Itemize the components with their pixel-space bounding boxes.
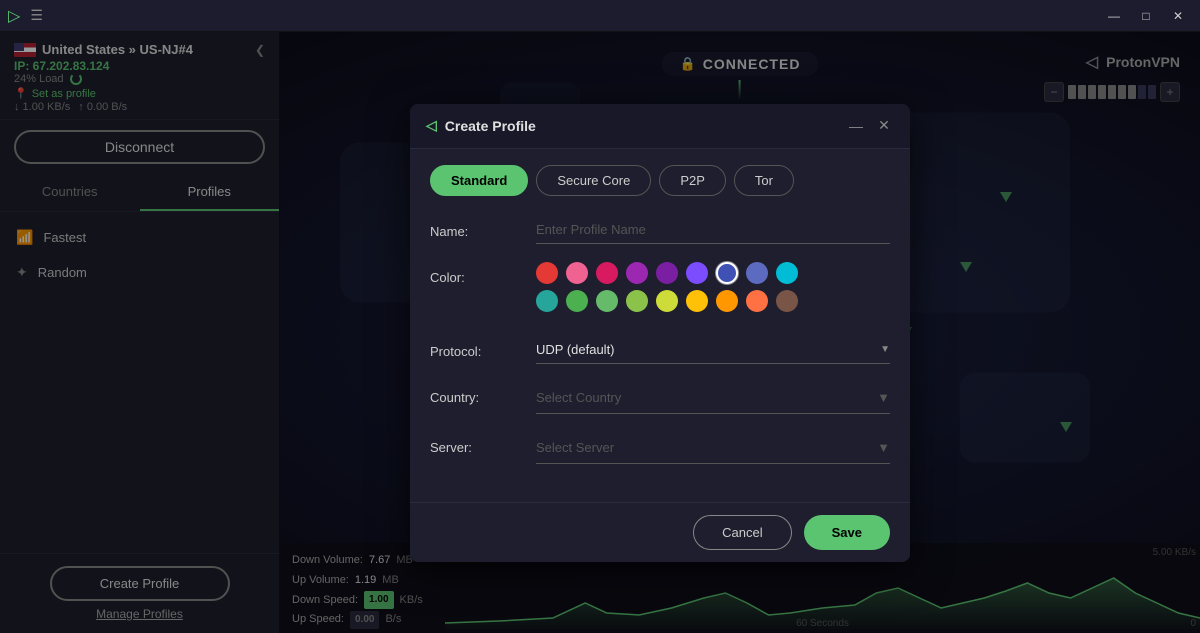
form-row-name: Name:	[430, 216, 890, 244]
name-label: Name:	[430, 216, 520, 239]
color-swatch-17[interactable]	[776, 290, 798, 312]
color-swatch-13[interactable]	[656, 290, 678, 312]
modal-title: ◁ Create Profile	[426, 117, 536, 134]
form-content-protocol: UDP (default) ▼	[536, 336, 890, 364]
country-dropdown[interactable]: Select Country ▼	[536, 382, 890, 414]
title-bar: ▷ ☰ — □ ✕	[0, 0, 1200, 32]
color-swatch-6[interactable]	[716, 262, 738, 284]
color-swatch-9[interactable]	[536, 290, 558, 312]
color-swatch-5[interactable]	[686, 262, 708, 284]
modal-footer: Cancel Save	[410, 502, 910, 562]
app-body: United States » US-NJ#4 ❮ IP: 67.202.83.…	[0, 32, 1200, 633]
profile-tab-secure-core[interactable]: Secure Core	[536, 165, 651, 196]
protocol-label: Protocol:	[430, 336, 520, 359]
color-swatch-4[interactable]	[656, 262, 678, 284]
color-swatch-3[interactable]	[626, 262, 648, 284]
color-swatch-12[interactable]	[626, 290, 648, 312]
color-swatch-11[interactable]	[596, 290, 618, 312]
server-dropdown[interactable]: Select Server ▼	[536, 432, 890, 464]
hamburger-icon[interactable]: ☰	[30, 7, 43, 24]
country-label: Country:	[430, 382, 520, 405]
color-swatch-10[interactable]	[566, 290, 588, 312]
color-swatch-16[interactable]	[746, 290, 768, 312]
title-bar-right: — □ ✕	[1100, 5, 1192, 27]
cancel-button[interactable]: Cancel	[693, 515, 791, 550]
color-swatch-14[interactable]	[686, 290, 708, 312]
modal-minimize-button[interactable]: —	[846, 116, 866, 136]
form-content-server: Select Server ▼	[536, 432, 890, 464]
color-swatch-1[interactable]	[566, 262, 588, 284]
form-content-country: Select Country ▼	[536, 382, 890, 414]
protocol-value: UDP (default)	[536, 342, 615, 357]
country-dropdown-arrow: ▼	[877, 390, 890, 405]
color-swatch-8[interactable]	[776, 262, 798, 284]
form-row-server: Server: Select Server ▼	[430, 432, 890, 464]
form-content-color	[536, 262, 890, 318]
modal-close-button[interactable]: ✕	[874, 116, 894, 136]
protocol-select[interactable]: UDP (default) ▼	[536, 336, 890, 364]
form-row-protocol: Protocol: UDP (default) ▼	[430, 336, 890, 364]
protocol-dropdown-arrow: ▼	[880, 344, 890, 355]
profile-name-input[interactable]	[536, 216, 890, 244]
modal-title-icon: ◁	[426, 117, 437, 134]
profile-tabs: Standard Secure Core P2P Tor	[410, 149, 910, 206]
color-swatch-15[interactable]	[716, 290, 738, 312]
modal-controls: — ✕	[846, 116, 894, 136]
app-logo-icon: ▷	[8, 6, 20, 26]
close-button[interactable]: ✕	[1164, 5, 1192, 27]
minimize-button[interactable]: —	[1100, 5, 1128, 27]
color-swatch-2[interactable]	[596, 262, 618, 284]
form-row-color: Color:	[430, 262, 890, 318]
server-dropdown-arrow: ▼	[877, 440, 890, 455]
color-label: Color:	[430, 262, 520, 285]
profile-tab-p2p[interactable]: P2P	[659, 165, 726, 196]
profile-tab-standard[interactable]: Standard	[430, 165, 528, 196]
form-row-country: Country: Select Country ▼	[430, 382, 890, 414]
color-swatch-0[interactable]	[536, 262, 558, 284]
country-placeholder: Select Country	[536, 390, 621, 405]
modal-form: Name: Color: Protocol: UDP (default) ▼	[410, 206, 910, 502]
title-bar-left: ▷ ☰	[8, 6, 43, 26]
create-profile-modal: ◁ Create Profile — ✕ Standard Secure Cor…	[410, 104, 910, 562]
color-swatch-7[interactable]	[746, 262, 768, 284]
profile-tab-tor[interactable]: Tor	[734, 165, 794, 196]
modal-title-bar: ◁ Create Profile — ✕	[410, 104, 910, 149]
server-placeholder: Select Server	[536, 440, 614, 455]
save-button[interactable]: Save	[804, 515, 890, 550]
form-content-name	[536, 216, 890, 244]
maximize-button[interactable]: □	[1132, 5, 1160, 27]
server-label: Server:	[430, 432, 520, 455]
